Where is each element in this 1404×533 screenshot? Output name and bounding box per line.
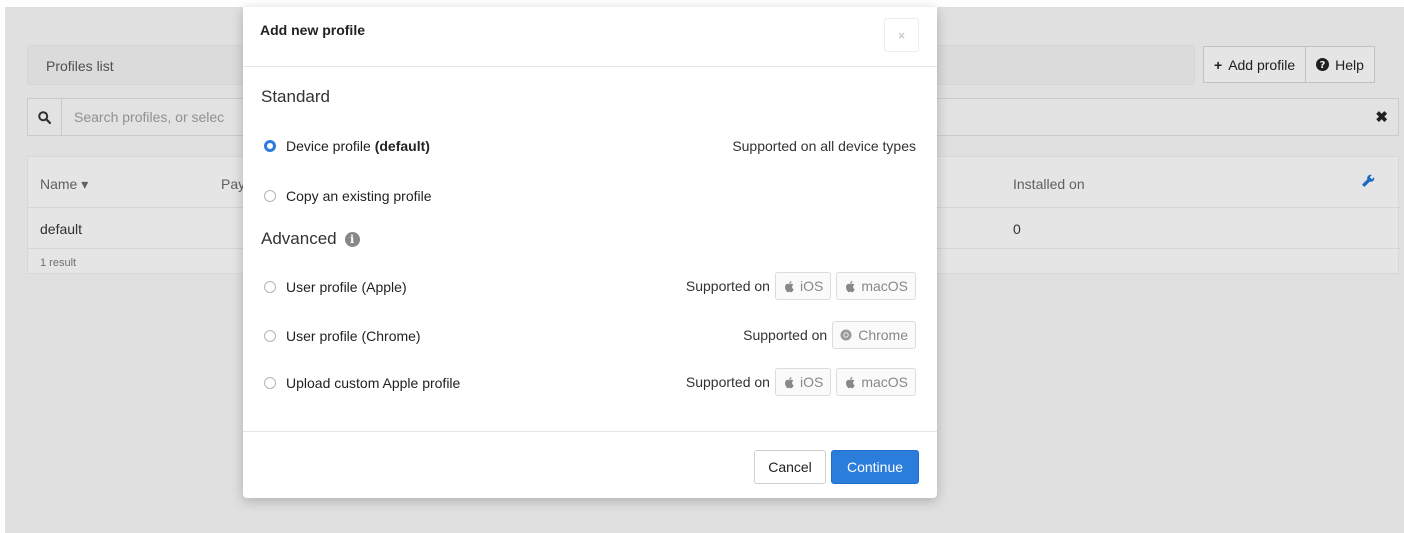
user-profile-chrome-radio[interactable]: [264, 330, 276, 342]
apple-icon: [846, 280, 855, 292]
add-profile-modal: Add new profile × Standard Device profil…: [243, 7, 937, 498]
platform-chip-macos: macOS: [836, 368, 916, 396]
option-device-profile[interactable]: Device profile (default): [264, 138, 430, 154]
user-profile-apple-label: User profile (Apple): [286, 279, 407, 295]
standard-heading: Standard: [261, 87, 330, 106]
upload-apple-profile-support: Supported on iOS macOS: [686, 368, 916, 396]
platform-chip-macos: macOS: [836, 272, 916, 300]
close-icon: ×: [897, 27, 906, 43]
supported-on-label: Supported on: [685, 278, 770, 294]
platform-chrome-label: Chrome: [858, 327, 908, 343]
platform-ios-label: iOS: [799, 278, 824, 294]
option-upload-custom-apple-profile[interactable]: Upload custom Apple profile: [264, 375, 460, 391]
advanced-heading-row: Advanced i: [261, 229, 360, 249]
device-profile-support: Supported on all device types: [732, 138, 916, 154]
apple-icon: [846, 376, 855, 388]
device-profile-label: Device profile: [286, 138, 371, 154]
platform-chip-chrome: Chrome: [832, 321, 916, 349]
platform-chip-ios: iOS: [774, 272, 832, 300]
modal-header: Add new profile ×: [243, 7, 937, 67]
advanced-heading: Advanced: [261, 229, 337, 248]
cancel-button[interactable]: Cancel: [754, 450, 826, 484]
modal-footer: Cancel Continue: [243, 431, 937, 498]
info-icon[interactable]: i: [344, 232, 360, 248]
device-profile-radio[interactable]: [264, 140, 276, 152]
user-profile-chrome-label: User profile (Chrome): [286, 328, 421, 344]
apple-icon: [784, 376, 794, 388]
platform-chip-ios: iOS: [774, 368, 832, 396]
close-button[interactable]: ×: [884, 18, 919, 52]
copy-profile-radio[interactable]: [264, 190, 276, 202]
platform-ios-label: iOS: [799, 374, 824, 390]
user-profile-apple-radio[interactable]: [264, 281, 276, 293]
supported-on-label: Supported on: [743, 327, 828, 343]
option-user-profile-apple[interactable]: User profile (Apple): [264, 279, 407, 295]
platform-macos-label: macOS: [861, 278, 908, 294]
platform-macos-label: macOS: [861, 374, 908, 390]
user-profile-chrome-support: Supported on Chrome: [743, 321, 916, 349]
upload-apple-profile-label: Upload custom Apple profile: [286, 375, 461, 391]
upload-apple-profile-radio[interactable]: [264, 377, 276, 389]
default-tag: (default): [374, 138, 430, 154]
apple-icon: [784, 280, 794, 292]
modal-title: Add new profile: [260, 22, 365, 38]
chrome-icon: [840, 329, 852, 341]
copy-profile-label: Copy an existing profile: [286, 188, 432, 204]
continue-button[interactable]: Continue: [831, 450, 919, 484]
option-copy-existing-profile[interactable]: Copy an existing profile: [264, 188, 432, 204]
user-profile-apple-support: Supported on iOS macOS: [686, 272, 916, 300]
supported-on-label: Supported on: [685, 374, 770, 390]
option-user-profile-chrome[interactable]: User profile (Chrome): [264, 328, 421, 344]
